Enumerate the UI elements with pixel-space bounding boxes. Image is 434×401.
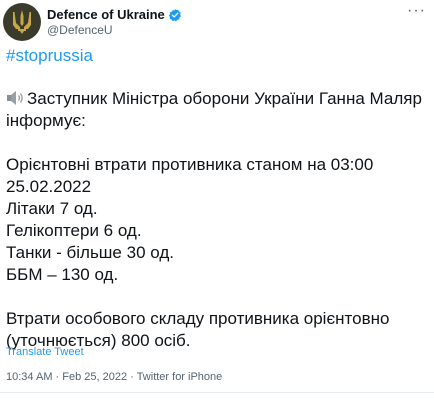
translate-tweet-link[interactable]: Translate Tweet — [6, 346, 84, 358]
verified-badge-icon — [168, 8, 182, 22]
tweet-line: Заступник Міністра оборони України Ганна… — [6, 88, 430, 110]
tweet-card: Defence of Ukraine @DefenceU ··· #stopru… — [0, 0, 434, 401]
tweet-line-text: Заступник Міністра оборони України Ганна… — [27, 89, 422, 108]
display-name[interactable]: Defence of Ukraine — [47, 7, 165, 23]
tweet-line: Гелікоптери 6 од. — [6, 221, 142, 240]
tweet-meta: 10:34 AM · Feb 25, 2022 · Twitter for iP… — [6, 371, 222, 383]
tweet-line: Орієнтовні втрати противника станом на 0… — [6, 155, 374, 174]
tweet-line: Літаки 7 од. — [6, 199, 98, 218]
tweet-date[interactable]: Feb 25, 2022 — [62, 371, 127, 383]
avatar[interactable] — [3, 3, 41, 41]
trident-emblem-icon — [13, 10, 31, 34]
speaker-icon — [6, 90, 26, 106]
tweet-line: Танки - більше 30 од. — [6, 243, 174, 262]
tweet-header: Defence of Ukraine @DefenceU — [3, 0, 182, 44]
meta-separator: · — [127, 371, 137, 383]
tweet-line: 25.02.2022 — [6, 177, 92, 196]
tweet-time[interactable]: 10:34 AM — [6, 371, 52, 383]
tweet-source[interactable]: Twitter for iPhone — [137, 371, 223, 383]
hashtag-link[interactable]: #stoprussia — [6, 45, 93, 67]
tweet-line: ББМ – 130 од. — [6, 265, 119, 284]
name-row: Defence of Ukraine — [47, 7, 182, 23]
tweet-text: Заступник Міністра оборони України Ганна… — [6, 88, 430, 352]
tweet-line: Втрати особового складу противника орієн… — [6, 309, 390, 328]
account-handle[interactable]: @DefenceU — [47, 23, 182, 38]
divider — [0, 392, 434, 393]
meta-separator: · — [52, 371, 63, 383]
tweet-line: інформує: — [6, 111, 86, 130]
more-options-icon[interactable]: ··· — [407, 2, 426, 20]
author-names: Defence of Ukraine @DefenceU — [47, 7, 182, 38]
